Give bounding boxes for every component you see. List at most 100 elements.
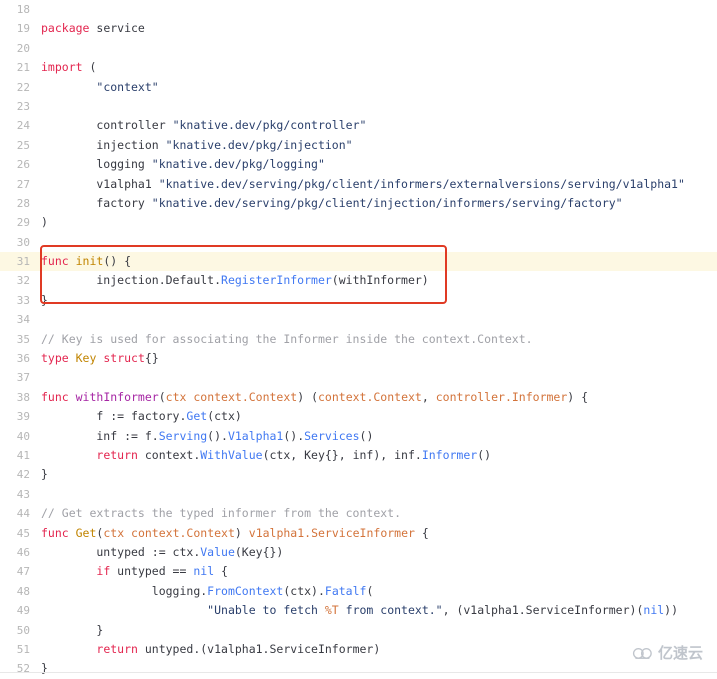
- code-line[interactable]: 35 // Key is used for associating the Inf…: [0, 330, 717, 349]
- token: ().: [283, 428, 305, 443]
- code-line[interactable]: 34: [0, 310, 717, 329]
- code-line[interactable]: 32 injection.Default.RegisterInformer(wi…: [0, 271, 717, 290]
- line-number: 37: [16, 371, 30, 385]
- line-number: 21: [16, 61, 30, 75]
- code-line[interactable]: 48 logging.FromContext(ctx).Fatalf(: [0, 582, 717, 601]
- code-line[interactable]: 42}: [0, 465, 717, 484]
- token: {: [214, 564, 228, 579]
- code-line[interactable]: 23: [0, 97, 717, 116]
- code-line[interactable]: 25 injection "knative.dev/pkg/injection": [0, 136, 717, 155]
- token: (Key{}): [234, 544, 284, 559]
- token: untyped ==: [110, 564, 194, 579]
- line-number: 28: [16, 196, 30, 210]
- token: return: [96, 641, 138, 656]
- line-content: f := factory.Get(ctx): [30, 407, 241, 426]
- code-line[interactable]: 45 func Get(ctx context.Context) v1alpha1…: [0, 524, 717, 543]
- line-number: 36: [16, 352, 30, 366]
- line-content: ): [30, 213, 48, 232]
- token: service: [89, 21, 145, 36]
- line-content: }: [30, 465, 48, 484]
- line-number: 44: [16, 507, 30, 521]
- token: ().: [207, 428, 228, 443]
- line-number: 29: [16, 216, 30, 230]
- line-number: 27: [16, 177, 30, 191]
- line-content: func init() {: [30, 252, 131, 271]
- token: ): [234, 525, 249, 540]
- line-content: func Get(ctx context.Context) v1alpha1.S…: [30, 524, 429, 543]
- line-number: 33: [16, 293, 30, 307]
- token: (): [477, 447, 492, 462]
- code-viewer: 18 19 package service 20 21 import (22 "conte…: [0, 0, 717, 675]
- token: return: [96, 447, 138, 462]
- code-line[interactable]: 28 factory "knative.dev/serving/pkg/clie…: [0, 194, 717, 213]
- code-line[interactable]: 52}: [0, 659, 717, 678]
- code-line[interactable]: 18: [0, 0, 717, 19]
- line-number: 45: [16, 526, 30, 540]
- line-content: "context": [30, 78, 158, 97]
- code-line[interactable]: 39 f := factory.Get(ctx): [0, 407, 717, 426]
- token: "knative.dev/serving/pkg/client/informer…: [158, 176, 685, 191]
- token: (ctx).: [283, 583, 325, 598]
- line-number: 40: [16, 429, 30, 443]
- code-line[interactable]: 20: [0, 39, 717, 58]
- code-line[interactable]: 49 "Unable to fetch %T from context.", (…: [0, 601, 717, 620]
- code-line[interactable]: 27 v1alpha1 "knative.dev/serving/pkg/cli…: [0, 175, 717, 194]
- line-number: 24: [16, 119, 30, 133]
- code-line[interactable]: 40 inf := f.Serving().V1alpha1().Service…: [0, 427, 717, 446]
- line-content: inf := f.Serving().V1alpha1().Services(): [30, 427, 373, 446]
- token: Key: [75, 351, 97, 366]
- code-line[interactable]: 38 func withInformer(ctx context.Context)…: [0, 388, 717, 407]
- token: ctx context.Context: [165, 389, 298, 404]
- token: controller.Informer: [435, 389, 568, 404]
- code-line[interactable]: 44 // Get extracts the typed informer fro…: [0, 504, 717, 523]
- token: type: [41, 351, 76, 366]
- line-number: 22: [16, 80, 30, 94]
- code-line[interactable]: 21 import (: [0, 58, 717, 77]
- code-line[interactable]: 37: [0, 368, 717, 387]
- line-content: v1alpha1 "knative.dev/serving/pkg/client…: [30, 175, 685, 194]
- code-surface: 18 19 package service 20 21 import (22 "conte…: [0, 0, 717, 675]
- token: func: [41, 254, 76, 269]
- token: init: [75, 254, 104, 269]
- token: factory: [41, 195, 152, 210]
- code-line[interactable]: 43: [0, 485, 717, 504]
- code-line[interactable]: 24 controller "knative.dev/pkg/controlle…: [0, 116, 717, 135]
- token: // Key is used for associating the Infor…: [41, 331, 533, 346]
- code-line[interactable]: 47 if untyped == nil {: [0, 562, 717, 581]
- line-content: factory "knative.dev/serving/pkg/client/…: [30, 194, 622, 213]
- token: nil: [643, 603, 665, 618]
- token: ) (: [297, 389, 318, 404]
- line-content: }: [30, 291, 48, 310]
- token: package: [41, 21, 90, 36]
- code-line[interactable]: 30: [0, 233, 717, 252]
- line-number: 26: [16, 158, 30, 172]
- code-line[interactable]: 33}: [0, 291, 717, 310]
- code-line[interactable]: 50 }: [0, 621, 717, 640]
- code-line[interactable]: 22 "context": [0, 78, 717, 97]
- token: context.: [137, 447, 201, 462]
- token: v1alpha1.ServiceInformer: [248, 525, 415, 540]
- line-number: 31: [16, 255, 30, 269]
- line-content: untyped := ctx.Value(Key{}): [30, 543, 283, 562]
- token: injection: [41, 137, 166, 152]
- code-line[interactable]: 19 package service: [0, 19, 717, 38]
- code-line[interactable]: 36 type Key struct{}: [0, 349, 717, 368]
- code-line[interactable]: 46 untyped := ctx.Value(Key{}): [0, 543, 717, 562]
- line-content: if untyped == nil {: [30, 562, 228, 581]
- line-number: 51: [16, 642, 30, 656]
- code-line[interactable]: 31 func init() {: [0, 252, 717, 272]
- line-number: 52: [16, 662, 30, 676]
- line-content: // Get extracts the typed informer from …: [30, 504, 401, 523]
- token: ctx context.Context: [103, 525, 235, 540]
- code-line[interactable]: 51 return untyped.(v1alpha1.ServiceInfor…: [0, 640, 717, 659]
- code-line[interactable]: 26 logging "knative.dev/pkg/logging": [0, 155, 717, 174]
- code-line[interactable]: 29): [0, 213, 717, 232]
- token: Fatalf: [324, 583, 367, 598]
- token: V1alpha1: [227, 428, 284, 443]
- code-line[interactable]: 41 return context.WithValue(ctx, Key{}, …: [0, 446, 717, 465]
- code-line-list[interactable]: 18 19 package service 20 21 import (22 "conte…: [0, 0, 717, 679]
